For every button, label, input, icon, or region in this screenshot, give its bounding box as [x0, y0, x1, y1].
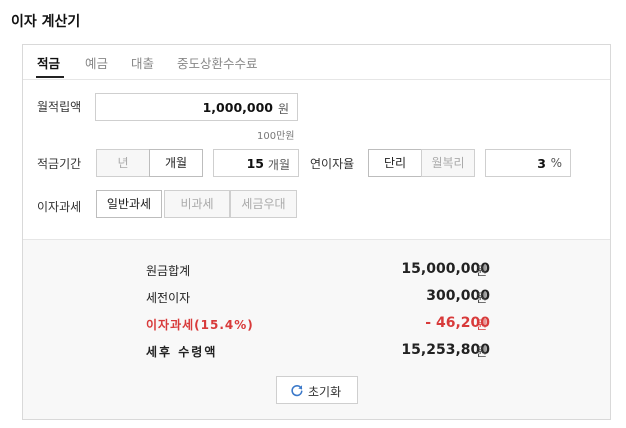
principal-unit: 원 [476, 264, 488, 278]
active-tab-indicator [36, 76, 64, 78]
interest-tax-label: 이자과세(15.4%) [146, 318, 254, 332]
reset-button[interactable]: 초기화 [276, 376, 358, 404]
period-year-toggle[interactable]: 년 [96, 149, 150, 177]
rate-unit: % [550, 156, 562, 170]
calculator-card: 적금 예금 대출 중도상환수수료 월적립액 1,000,000 원 100만원 … [22, 44, 611, 420]
tax-type-label: 이자과세 [37, 200, 82, 214]
period-label: 적금기간 [37, 157, 82, 171]
period-input[interactable]: 15 개월 [213, 149, 299, 177]
pretax-interest-label: 세전이자 [146, 291, 191, 305]
tab-loan[interactable]: 대출 [131, 53, 154, 72]
tab-bar: 적금 예금 대출 중도상환수수료 [23, 45, 610, 80]
period-value: 15 [246, 156, 264, 171]
rate-label: 연이자율 [310, 157, 355, 171]
monthly-amount-unit: 원 [277, 102, 289, 116]
tax-exempt-toggle[interactable]: 비과세 [164, 190, 230, 218]
period-month-toggle[interactable]: 개월 [149, 149, 203, 177]
refresh-icon [291, 385, 303, 397]
period-unit: 개월 [267, 158, 290, 172]
results-panel: 원금합계 15,000,000 원 세전이자 300,000 원 이자과세(15… [23, 239, 610, 419]
interest-tax-unit: 원 [476, 318, 488, 332]
monthly-amount-hint: 100만원 [257, 131, 295, 142]
monthly-amount-label: 월적립액 [37, 100, 82, 114]
principal-label: 원금합계 [146, 264, 191, 278]
rate-input[interactable]: 3 % [485, 149, 571, 177]
pretax-interest-unit: 원 [476, 291, 488, 305]
rate-simple-toggle[interactable]: 단리 [368, 149, 422, 177]
monthly-amount-value: 1,000,000 [202, 100, 273, 115]
net-amount-unit: 원 [476, 345, 488, 359]
net-amount-label: 세후 수령액 [146, 345, 218, 359]
reset-label: 초기화 [308, 385, 342, 399]
tab-deposit[interactable]: 예금 [85, 53, 108, 72]
rate-value: 3 [537, 156, 546, 171]
tax-preferential-toggle[interactable]: 세금우대 [230, 190, 297, 218]
page-title: 이자 계산기 [11, 14, 81, 30]
rate-compound-toggle[interactable]: 월복리 [421, 149, 475, 177]
tab-prepayment-fee[interactable]: 중도상환수수료 [177, 53, 258, 72]
tax-general-toggle[interactable]: 일반과세 [96, 190, 162, 218]
monthly-amount-input[interactable]: 1,000,000 원 [95, 93, 298, 121]
tab-savings[interactable]: 적금 [37, 53, 60, 72]
